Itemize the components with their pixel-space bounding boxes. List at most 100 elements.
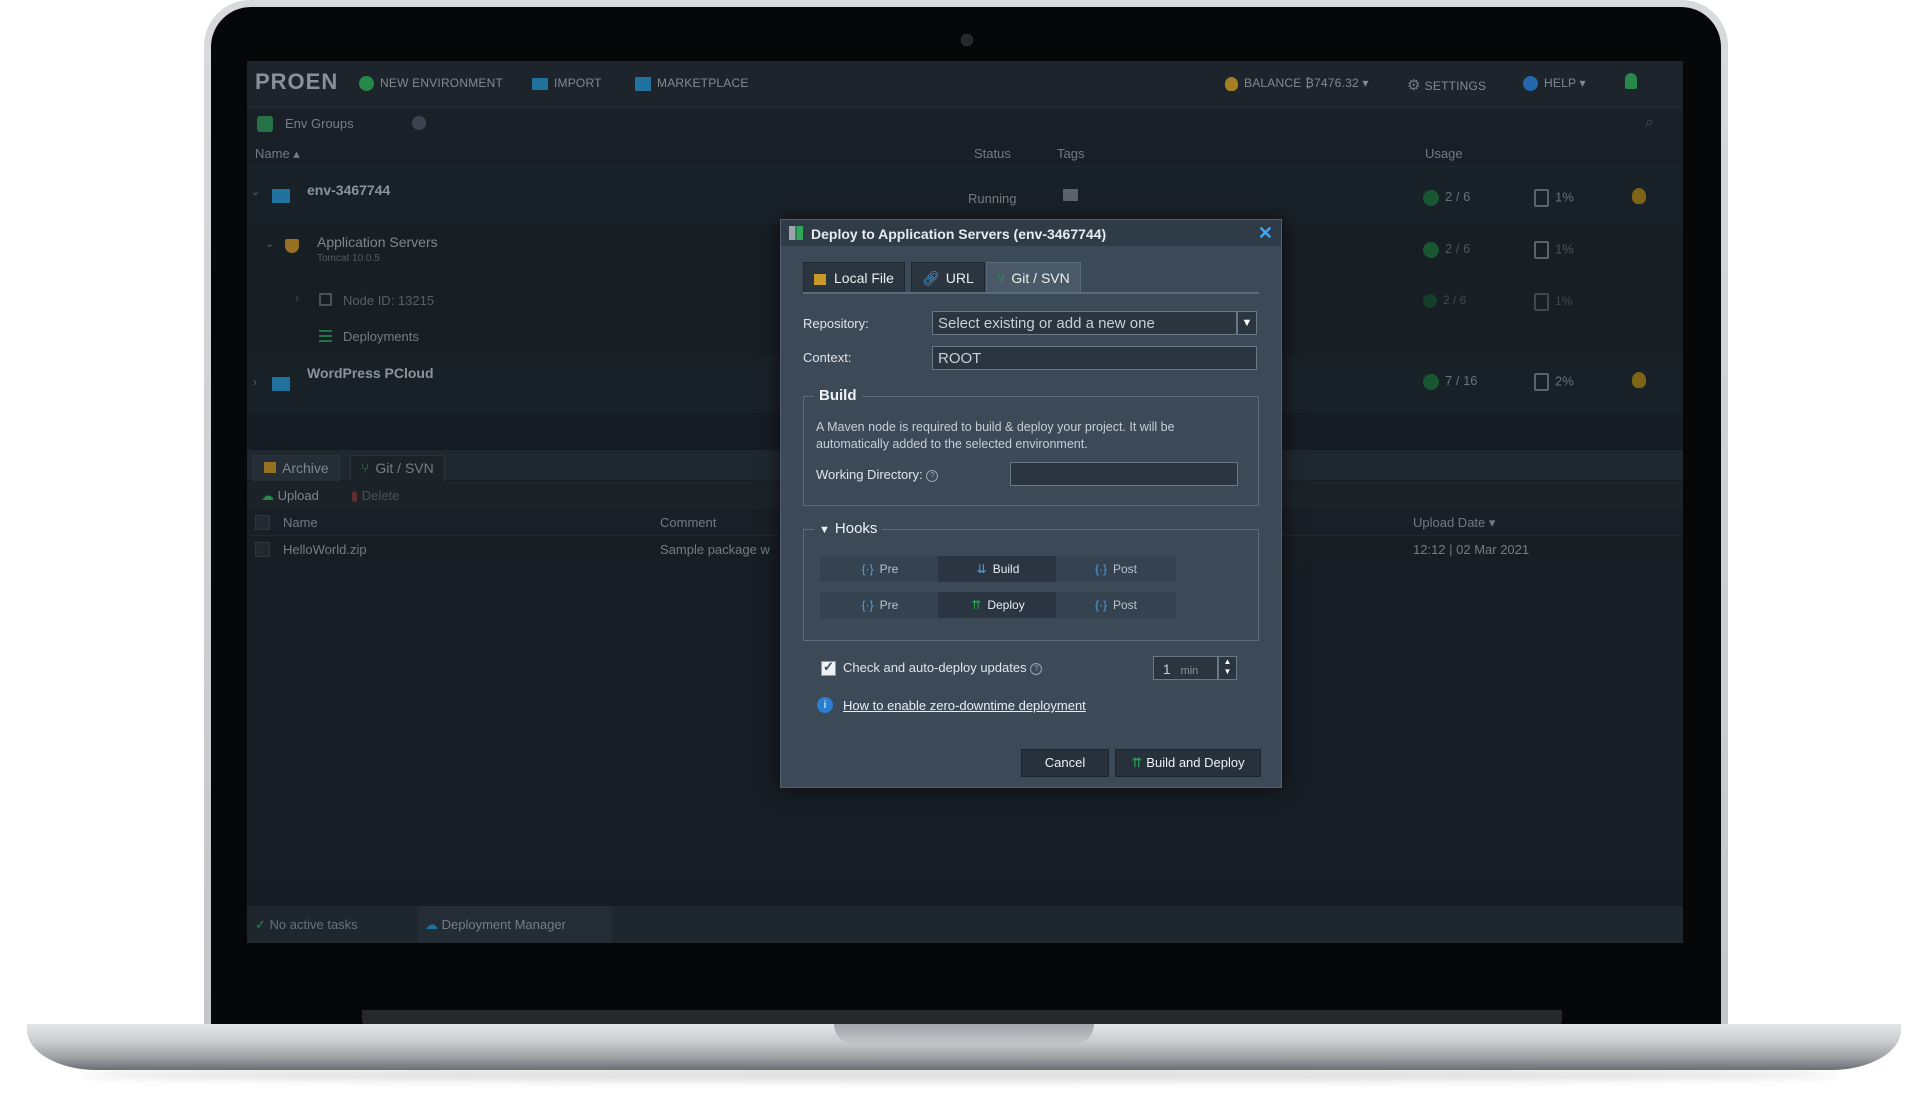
code-icon: {·}: [861, 562, 874, 576]
tab-git-svn[interactable]: ⑂ Git / SVN: [986, 262, 1081, 294]
env-groups-label[interactable]: Env Groups: [285, 116, 354, 131]
post-build-hook[interactable]: {·} Post: [1056, 556, 1176, 582]
delete-button[interactable]: ▮ Delete: [351, 488, 399, 504]
col-comment[interactable]: Comment: [660, 515, 716, 530]
settings-button[interactable]: ⚙ SETTINGS: [1407, 76, 1486, 94]
search-icon[interactable]: ⌕: [1645, 114, 1654, 132]
import-button[interactable]: IMPORT: [532, 76, 602, 90]
dialog-title-bar[interactable]: Deploy to Application Servers (env-34677…: [781, 220, 1281, 246]
env-cloudlets: 7 / 16: [1423, 373, 1478, 390]
expand-icon[interactable]: ›: [253, 375, 257, 389]
interval-input[interactable]: 1 min: [1153, 656, 1218, 680]
tab-local-file[interactable]: Local File: [803, 262, 905, 294]
env-name[interactable]: env-3467744: [307, 182, 390, 198]
tags-icon[interactable]: [1063, 189, 1078, 201]
working-directory-label: Working Directory: ?: [816, 467, 939, 482]
help-icon[interactable]: ?: [926, 469, 939, 482]
tab-git-svn[interactable]: ⑂ Git / SVN: [350, 455, 445, 481]
chevron-down-icon[interactable]: ▼: [1237, 311, 1257, 335]
deploy-icon: [789, 226, 803, 240]
code-icon: {·}: [1094, 562, 1107, 576]
base-shadow: [80, 1068, 1840, 1082]
select-all-checkbox[interactable]: [255, 515, 270, 530]
gear-icon: ⚙: [1407, 77, 1421, 94]
tab-underline: [803, 292, 1259, 294]
cloudlet-icon: [1423, 189, 1439, 206]
help-icon[interactable]: ?: [1030, 662, 1043, 675]
deployment-manager-tab[interactable]: ☁ Deployment Manager: [417, 906, 612, 943]
build-deploy-button[interactable]: ⇈ Build and Deploy: [1115, 749, 1261, 777]
collapse-icon[interactable]: ⌄: [251, 185, 260, 198]
env-table-header: Name ▴ Status Tags Usage: [247, 140, 1683, 167]
cloudlet-icon: [1423, 293, 1437, 308]
balance-button[interactable]: BALANCE ₿7476.32 ▾: [1225, 76, 1369, 91]
repository-select[interactable]: Select existing or add a new one: [932, 311, 1237, 335]
app-cloudlets: 2 / 6: [1423, 241, 1470, 258]
build-icon: ⇊: [976, 562, 987, 576]
hooks-toggle[interactable]: ▼ Hooks: [814, 520, 883, 537]
interval-stepper[interactable]: ▲ ▼: [1218, 656, 1237, 680]
code-icon: {·}: [1094, 598, 1107, 612]
expand-icon[interactable]: ›: [295, 291, 299, 305]
working-directory-input[interactable]: [1010, 462, 1238, 486]
add-group-icon[interactable]: [412, 116, 426, 130]
zero-downtime-link[interactable]: How to enable zero-downtime deployment: [843, 698, 1086, 713]
env-name[interactable]: WordPress PCloud: [307, 365, 434, 381]
cloudlet-icon: [1423, 373, 1439, 390]
env-groups-icon: [257, 116, 273, 132]
context-input[interactable]: ROOT: [932, 346, 1257, 370]
camera: [961, 34, 973, 46]
git-icon: ⑂: [997, 270, 1006, 286]
info-icon: i: [817, 697, 833, 713]
marketplace-button[interactable]: MARKETPLACE: [635, 76, 749, 91]
archive-comment: Sample package w: [660, 542, 770, 557]
col-tags[interactable]: Tags: [1057, 146, 1084, 161]
tasks-status[interactable]: ✓ No active tasks: [255, 917, 358, 933]
deploy-icon: ⇈: [1131, 755, 1143, 770]
user-icon[interactable]: [1625, 73, 1637, 92]
billing-icon[interactable]: [1632, 188, 1646, 204]
app-servers-label[interactable]: Application Servers: [317, 234, 438, 250]
tab-archive[interactable]: Archive: [253, 455, 340, 481]
disk-icon: [1534, 293, 1549, 311]
cloud-icon: ☁: [425, 917, 438, 932]
auto-deploy-checkbox[interactable]: ✓: [821, 659, 836, 676]
cancel-button[interactable]: Cancel: [1021, 749, 1109, 777]
archive-date: 12:12 | 02 Mar 2021: [1413, 542, 1530, 557]
env-row[interactable]: ⌄ env-3467744 Running 2 / 6 1%: [247, 167, 1683, 225]
tab-url[interactable]: 🔗︎ URL: [911, 262, 985, 294]
context-label: Context:: [803, 350, 852, 365]
new-environment-button[interactable]: NEW ENVIRONMENT: [359, 76, 503, 92]
node-id[interactable]: Node ID: 13215: [343, 293, 434, 308]
deploy-hook[interactable]: ⇈ Deploy: [938, 592, 1058, 618]
pre-deploy-hook[interactable]: {·} Pre: [820, 592, 940, 618]
row-checkbox[interactable]: [255, 542, 270, 557]
col-upload-date[interactable]: Upload Date ▾: [1413, 515, 1495, 531]
col-name[interactable]: Name ▴: [255, 146, 300, 162]
plus-circle-icon: [359, 76, 374, 92]
logo: PROEN: [255, 69, 339, 94]
deploy-dialog: Deploy to Application Servers (env-34677…: [780, 219, 1282, 788]
code-icon: {·}: [861, 598, 874, 612]
billing-icon[interactable]: [1632, 372, 1646, 388]
cloudlet-icon: [1423, 241, 1439, 258]
app-disk: 1%: [1534, 241, 1574, 259]
col-status[interactable]: Status: [974, 146, 1011, 161]
pre-build-hook[interactable]: {·} Pre: [820, 556, 940, 582]
collapse-icon[interactable]: ⌄: [265, 237, 274, 250]
col-archive-name[interactable]: Name: [283, 515, 318, 530]
col-usage[interactable]: Usage: [1425, 146, 1463, 161]
build-hook[interactable]: ⇊ Build: [938, 556, 1058, 582]
upload-icon: ☁: [261, 488, 274, 503]
help-button[interactable]: HELP ▾: [1523, 76, 1586, 92]
env-disk: 2%: [1534, 373, 1574, 391]
archive-name: HelloWorld.zip: [283, 542, 367, 557]
disk-icon: [1534, 189, 1549, 207]
build-legend: Build: [814, 387, 862, 404]
money-bag-icon: [1225, 76, 1238, 91]
deployments-label[interactable]: Deployments: [343, 329, 419, 344]
close-icon[interactable]: ✕: [1258, 223, 1273, 244]
upload-button[interactable]: ☁ Upload: [261, 488, 319, 504]
post-deploy-hook[interactable]: {·} Post: [1056, 592, 1176, 618]
chevron-down-icon: ▾: [1579, 76, 1586, 90]
